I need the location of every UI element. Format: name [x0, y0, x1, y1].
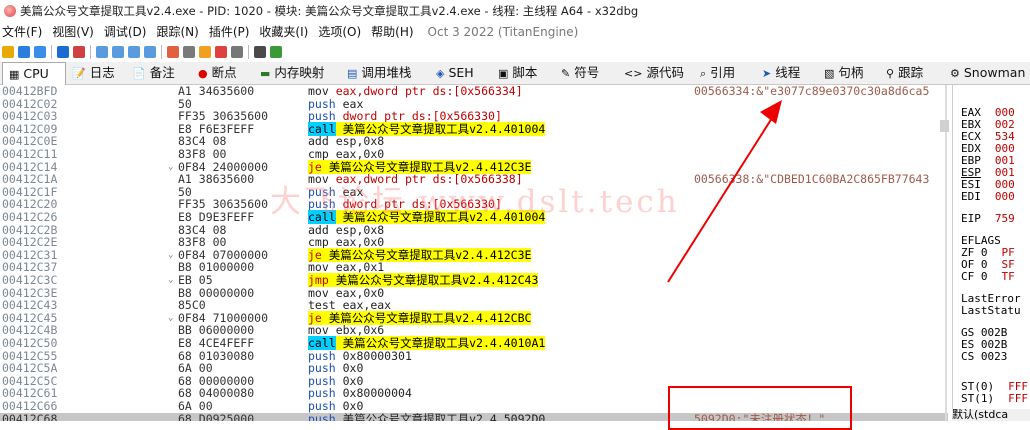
annotation-box	[668, 386, 852, 430]
arrow-shaft	[667, 117, 773, 283]
annotation-arrow-icon	[667, 100, 782, 283]
